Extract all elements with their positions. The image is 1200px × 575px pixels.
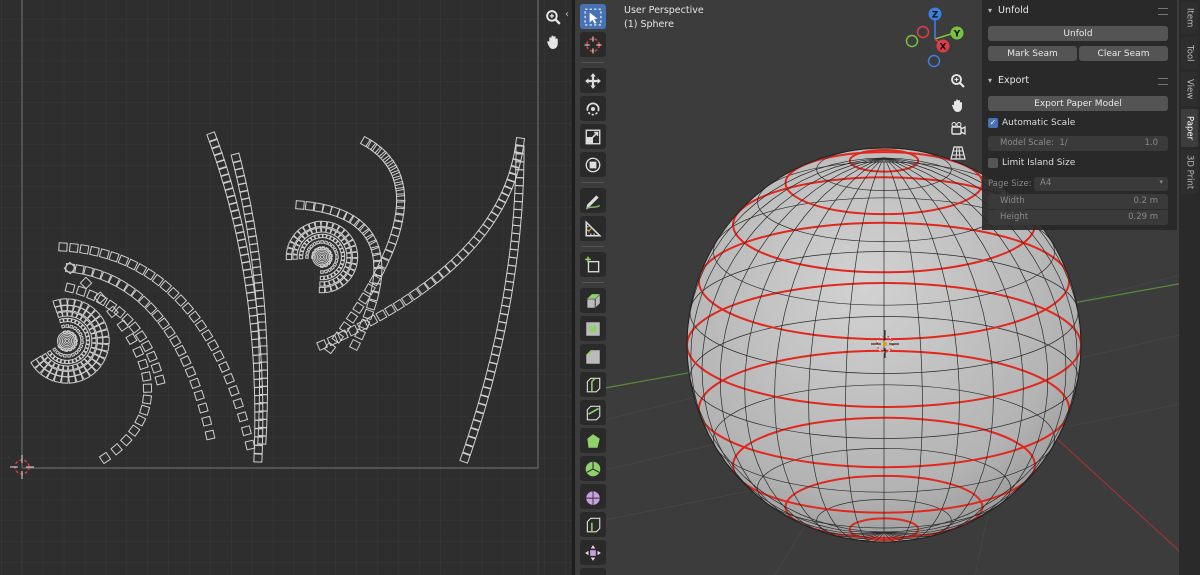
spin-icon	[585, 461, 601, 476]
extrude-tool-button[interactable]	[580, 288, 606, 313]
tab-tool[interactable]: Tool	[1181, 37, 1198, 69]
scale-icon	[585, 129, 601, 144]
drag-grip-icon[interactable]	[1158, 78, 1168, 85]
bevel-icon	[586, 349, 600, 364]
cursor-tool-button[interactable]	[580, 32, 606, 57]
width-value: 0.2 m	[1133, 196, 1159, 206]
poly-build-tool-button[interactable]	[580, 428, 606, 453]
page-size-dropdown[interactable]: A4 ▾	[1034, 177, 1168, 191]
unfold-panel-title: Unfold	[998, 4, 1029, 16]
chevron-down-icon: ▾	[988, 5, 993, 15]
unfold-panel-header[interactable]: ▾ Unfold	[988, 2, 1029, 18]
drag-grip-icon[interactable]	[1158, 8, 1168, 15]
knife-icon	[586, 405, 601, 420]
edge-slide-tool-button[interactable]	[580, 512, 606, 537]
edge-slide-icon	[586, 517, 601, 532]
collapse-arrow-icon[interactable]: ‹	[565, 9, 569, 20]
limit-island-size-label: Limit Island Size	[1002, 158, 1076, 168]
chevron-down-icon: ▾	[988, 75, 993, 85]
hand-icon[interactable]	[947, 94, 969, 116]
tab-view[interactable]: View	[1181, 72, 1198, 106]
sidebar-panel-paper: ▾ Unfold Unfold Mark Seam Clear Seam ▾ E…	[982, 0, 1177, 230]
navigation-gizmo[interactable]: Z Y X	[901, 6, 971, 70]
loop-cut-tool-button[interactable]	[580, 372, 606, 397]
spin-tool-button[interactable]	[580, 456, 606, 481]
poly-build-icon	[587, 433, 600, 448]
tab-paper[interactable]: Paper	[1181, 109, 1198, 147]
uv-editor[interactable]: ‹	[0, 0, 572, 575]
gizmo-x-label: X	[940, 43, 947, 53]
height-label: Height	[1000, 212, 1029, 222]
tab-item[interactable]: Item	[1181, 2, 1198, 34]
annotate-tool-button[interactable]	[580, 188, 606, 213]
move-tool-button[interactable]	[580, 68, 606, 93]
select-tool-button[interactable]	[580, 4, 606, 29]
add-cube-icon	[585, 256, 600, 272]
inset-tool-button[interactable]	[580, 316, 606, 341]
unfold-button[interactable]: Unfold	[988, 26, 1168, 41]
rotate-icon	[586, 102, 600, 115]
cursor-arrow-icon	[584, 8, 602, 25]
pencil-icon	[585, 194, 601, 209]
shrink-fatten-tool-button[interactable]	[580, 540, 606, 565]
model-scale-value: 1.0	[1144, 138, 1158, 148]
automatic-scale-label: Automatic Scale	[1002, 118, 1076, 128]
viewport-info: User Perspective (1) Sphere	[624, 4, 704, 32]
bevel-tool-button[interactable]	[580, 344, 606, 369]
width-field[interactable]: Width 0.2 m	[988, 194, 1168, 209]
page-size-label: Page Size:	[988, 179, 1032, 189]
loop-cut-icon	[586, 377, 601, 392]
grid-icon[interactable]	[947, 142, 969, 164]
page-size-value: A4	[1040, 178, 1052, 188]
limit-island-size-checkbox[interactable]: Limit Island Size	[988, 158, 1075, 168]
model-scale-prefix: 1/	[1059, 138, 1068, 148]
3d-cursor-tool-icon	[584, 36, 602, 53]
gizmo-z-label: Z	[932, 11, 939, 21]
zoom-icon[interactable]	[947, 70, 969, 92]
smooth-tool-button[interactable]	[580, 484, 606, 509]
move-arrows-icon	[585, 72, 601, 89]
gizmo-y-label: Y	[953, 30, 961, 40]
extrude-icon	[587, 293, 601, 308]
active-object-name: (1) Sphere	[624, 19, 674, 30]
uv-canvas[interactable]	[0, 0, 572, 575]
tab-3d-print[interactable]: 3D Print	[1181, 150, 1198, 194]
automatic-scale-checkbox[interactable]: ✓ Automatic Scale	[988, 118, 1075, 128]
model-scale-label: Model Scale:	[1000, 138, 1054, 148]
measure-tool-button[interactable]	[580, 216, 606, 241]
knife-tool-button[interactable]	[580, 400, 606, 425]
height-field[interactable]: Height 0.29 m	[988, 210, 1168, 225]
transform-icon	[585, 157, 601, 172]
export-paper-model-button[interactable]: Export Paper Model	[988, 96, 1168, 111]
add-cube-tool-button[interactable]	[580, 252, 606, 277]
view-name: User Perspective	[624, 5, 704, 16]
mark-seam-button[interactable]: Mark Seam	[988, 46, 1077, 61]
ruler-icon	[585, 219, 602, 237]
smooth-icon	[586, 490, 600, 505]
export-panel-title: Export	[998, 74, 1030, 86]
shrink-fatten-icon	[585, 544, 601, 561]
rotate-tool-button[interactable]	[580, 96, 606, 121]
camera-icon[interactable]	[947, 118, 969, 140]
height-value: 0.29 m	[1128, 212, 1158, 222]
tool-shelf	[578, 4, 608, 575]
magnifier-icon[interactable]	[542, 6, 564, 28]
transform-tool-button[interactable]	[580, 152, 606, 177]
sidebar-tabs: Item Tool View Paper 3D Print	[1179, 0, 1200, 575]
width-label: Width	[1000, 196, 1025, 206]
shear-icon	[584, 572, 602, 575]
chevron-down-icon: ▾	[1159, 178, 1163, 186]
hand-icon[interactable]	[542, 30, 564, 52]
clear-seam-button[interactable]: Clear Seam	[1079, 46, 1168, 61]
export-panel-header[interactable]: ▾ Export	[988, 72, 1029, 88]
shear-tool-button[interactable]	[580, 568, 606, 575]
checkbox-empty-icon	[988, 158, 998, 168]
scale-tool-button[interactable]	[580, 124, 606, 149]
inset-icon	[586, 321, 600, 336]
checkmark-icon: ✓	[988, 118, 998, 128]
model-scale-field[interactable]: Model Scale: 1/ 1.0	[988, 136, 1168, 151]
